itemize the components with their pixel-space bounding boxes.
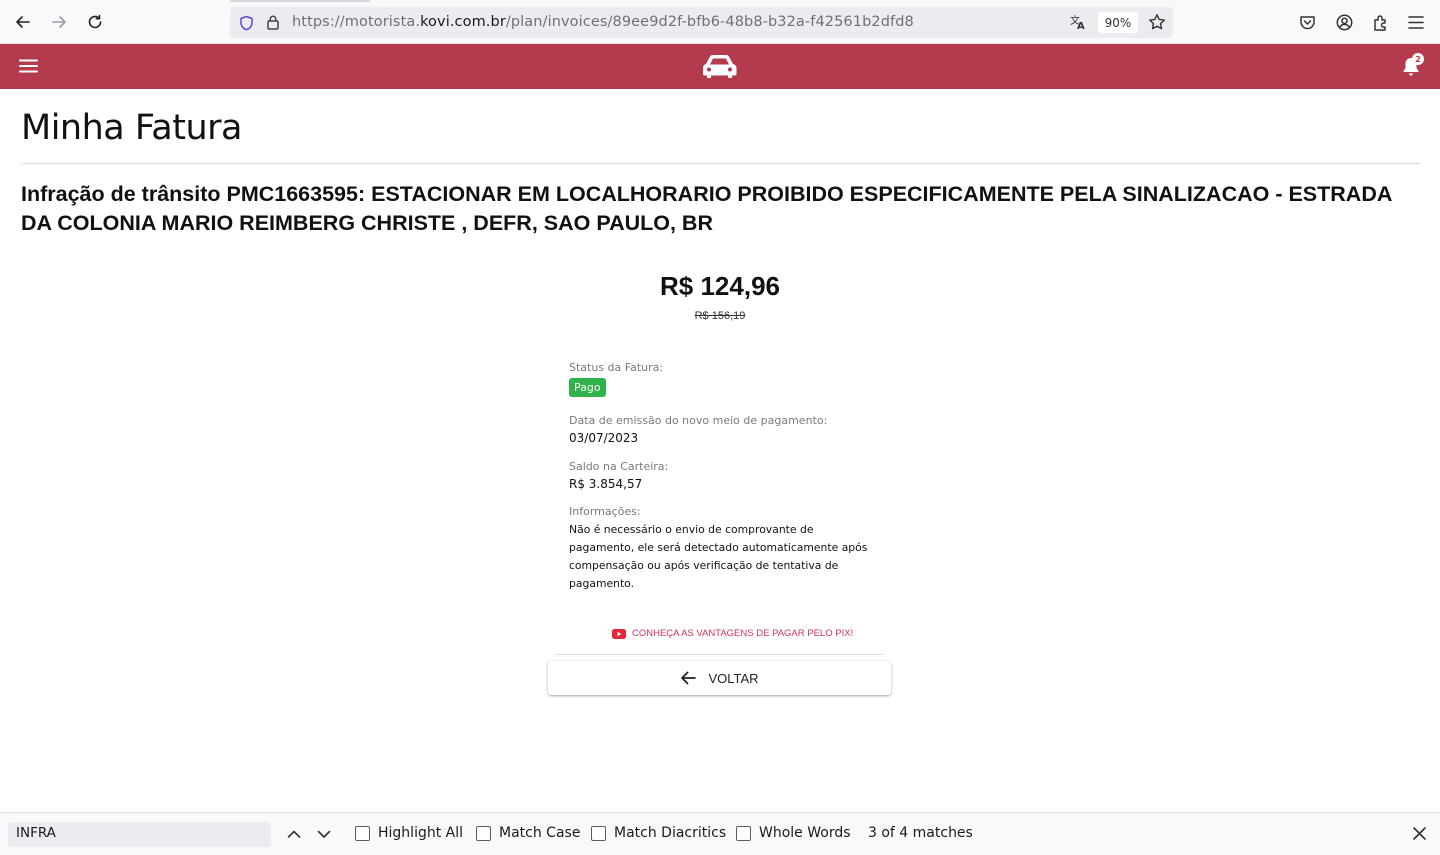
url-domain: kovi.com.br xyxy=(420,14,506,30)
pocket-icon[interactable] xyxy=(1299,14,1316,31)
whole-words-label: Whole Words xyxy=(759,825,851,841)
info-label: Informações: xyxy=(569,505,641,518)
match-case-option[interactable]: Match Case xyxy=(476,825,580,841)
url-prefix: https://motorista. xyxy=(292,14,421,30)
match-count: 3 of 4 matches xyxy=(868,825,973,841)
match-case-checkbox[interactable] xyxy=(476,825,491,841)
back-button-label: VOLTAR xyxy=(708,670,759,686)
title-divider xyxy=(21,163,1420,164)
browser-toolbar: https://motorista.kovi.com.br/plan/invoi… xyxy=(0,0,1440,44)
invoice-heading: Infração de trânsito PMC1663595: ESTACIO… xyxy=(21,182,1392,235)
shield-icon xyxy=(240,15,253,31)
match-diacritics-checkbox[interactable] xyxy=(591,825,606,841)
find-input[interactable]: INFRA xyxy=(8,822,271,847)
zoom-level[interactable]: 90% xyxy=(1098,12,1138,33)
notifications-button[interactable]: 2 xyxy=(1401,53,1425,78)
arrow-right-icon xyxy=(52,16,66,28)
star-icon[interactable] xyxy=(1148,13,1166,31)
pix-advantages-link[interactable]: CONHEÇA AS VANTAGENS DE PAGAR PELO PIX! xyxy=(612,628,853,639)
actions-divider xyxy=(555,654,884,655)
match-diacritics-option[interactable]: Match Diacritics xyxy=(591,825,726,841)
translate-icon[interactable]: 文A xyxy=(1069,13,1087,31)
reload-icon xyxy=(88,14,102,29)
original-amount: R$ 156,19 xyxy=(694,310,746,322)
car-logo-icon[interactable] xyxy=(700,53,739,80)
back-nav-button[interactable] xyxy=(9,8,37,36)
url-text[interactable]: https://motorista.kovi.com.br/plan/invoi… xyxy=(292,14,914,30)
status-label: Status da Fatura: xyxy=(569,361,664,374)
match-diacritics-label: Match Diacritics xyxy=(614,825,727,841)
issue-date-label: Data de emissão do novo meio de pagament… xyxy=(569,414,828,427)
lock-icon xyxy=(267,15,279,30)
page-title: Minha Fatura xyxy=(21,108,242,148)
app-header: 2 xyxy=(0,44,1440,89)
highlight-all-label: Highlight All xyxy=(378,825,464,841)
status-badge: Pago xyxy=(569,378,606,397)
extensions-icon[interactable] xyxy=(1372,14,1389,31)
match-case-label: Match Case xyxy=(499,825,581,841)
app-menu-icon[interactable] xyxy=(1408,15,1424,30)
whole-words-option[interactable]: Whole Words xyxy=(736,825,851,841)
issue-date-value: 03/07/2023 xyxy=(569,431,639,445)
find-bar: INFRA Highlight All Match Case Match Dia… xyxy=(0,812,1440,855)
notification-badge: 2 xyxy=(1412,53,1424,65)
reload-button[interactable] xyxy=(81,8,109,36)
url-bar[interactable]: https://motorista.kovi.com.br/plan/invoi… xyxy=(230,7,1173,38)
pix-link-label: CONHEÇA AS VANTAGENS DE PAGAR PELO PIX! xyxy=(632,628,854,639)
hamburger-menu-icon[interactable] xyxy=(19,58,38,74)
whole-words-checkbox[interactable] xyxy=(736,825,751,841)
wallet-balance-label: Saldo na Carteira: xyxy=(569,460,669,473)
info-text: Não é necessário o envio de comprovante … xyxy=(569,523,868,590)
close-icon[interactable] xyxy=(1412,826,1427,841)
url-path: /plan/invoices/89ee9d2f-bfb6-48b8-b32a-f… xyxy=(505,14,914,30)
arrow-left-icon xyxy=(681,671,697,685)
wallet-balance-value: R$ 3.854,57 xyxy=(569,477,643,491)
svg-text:A: A xyxy=(1077,21,1085,31)
youtube-icon xyxy=(612,628,626,639)
forward-nav-button[interactable] xyxy=(45,8,73,36)
highlight-all-option[interactable]: Highlight All xyxy=(355,825,463,841)
active-tab-indicator xyxy=(230,0,370,2)
find-next-icon[interactable] xyxy=(316,827,332,841)
highlight-all-checkbox[interactable] xyxy=(355,825,370,841)
account-icon[interactable] xyxy=(1336,14,1353,31)
back-button[interactable]: VOLTAR xyxy=(548,661,891,695)
arrow-left-icon xyxy=(16,16,30,28)
invoice-amount: R$ 124,96 xyxy=(660,271,780,301)
find-previous-icon[interactable] xyxy=(286,827,302,841)
